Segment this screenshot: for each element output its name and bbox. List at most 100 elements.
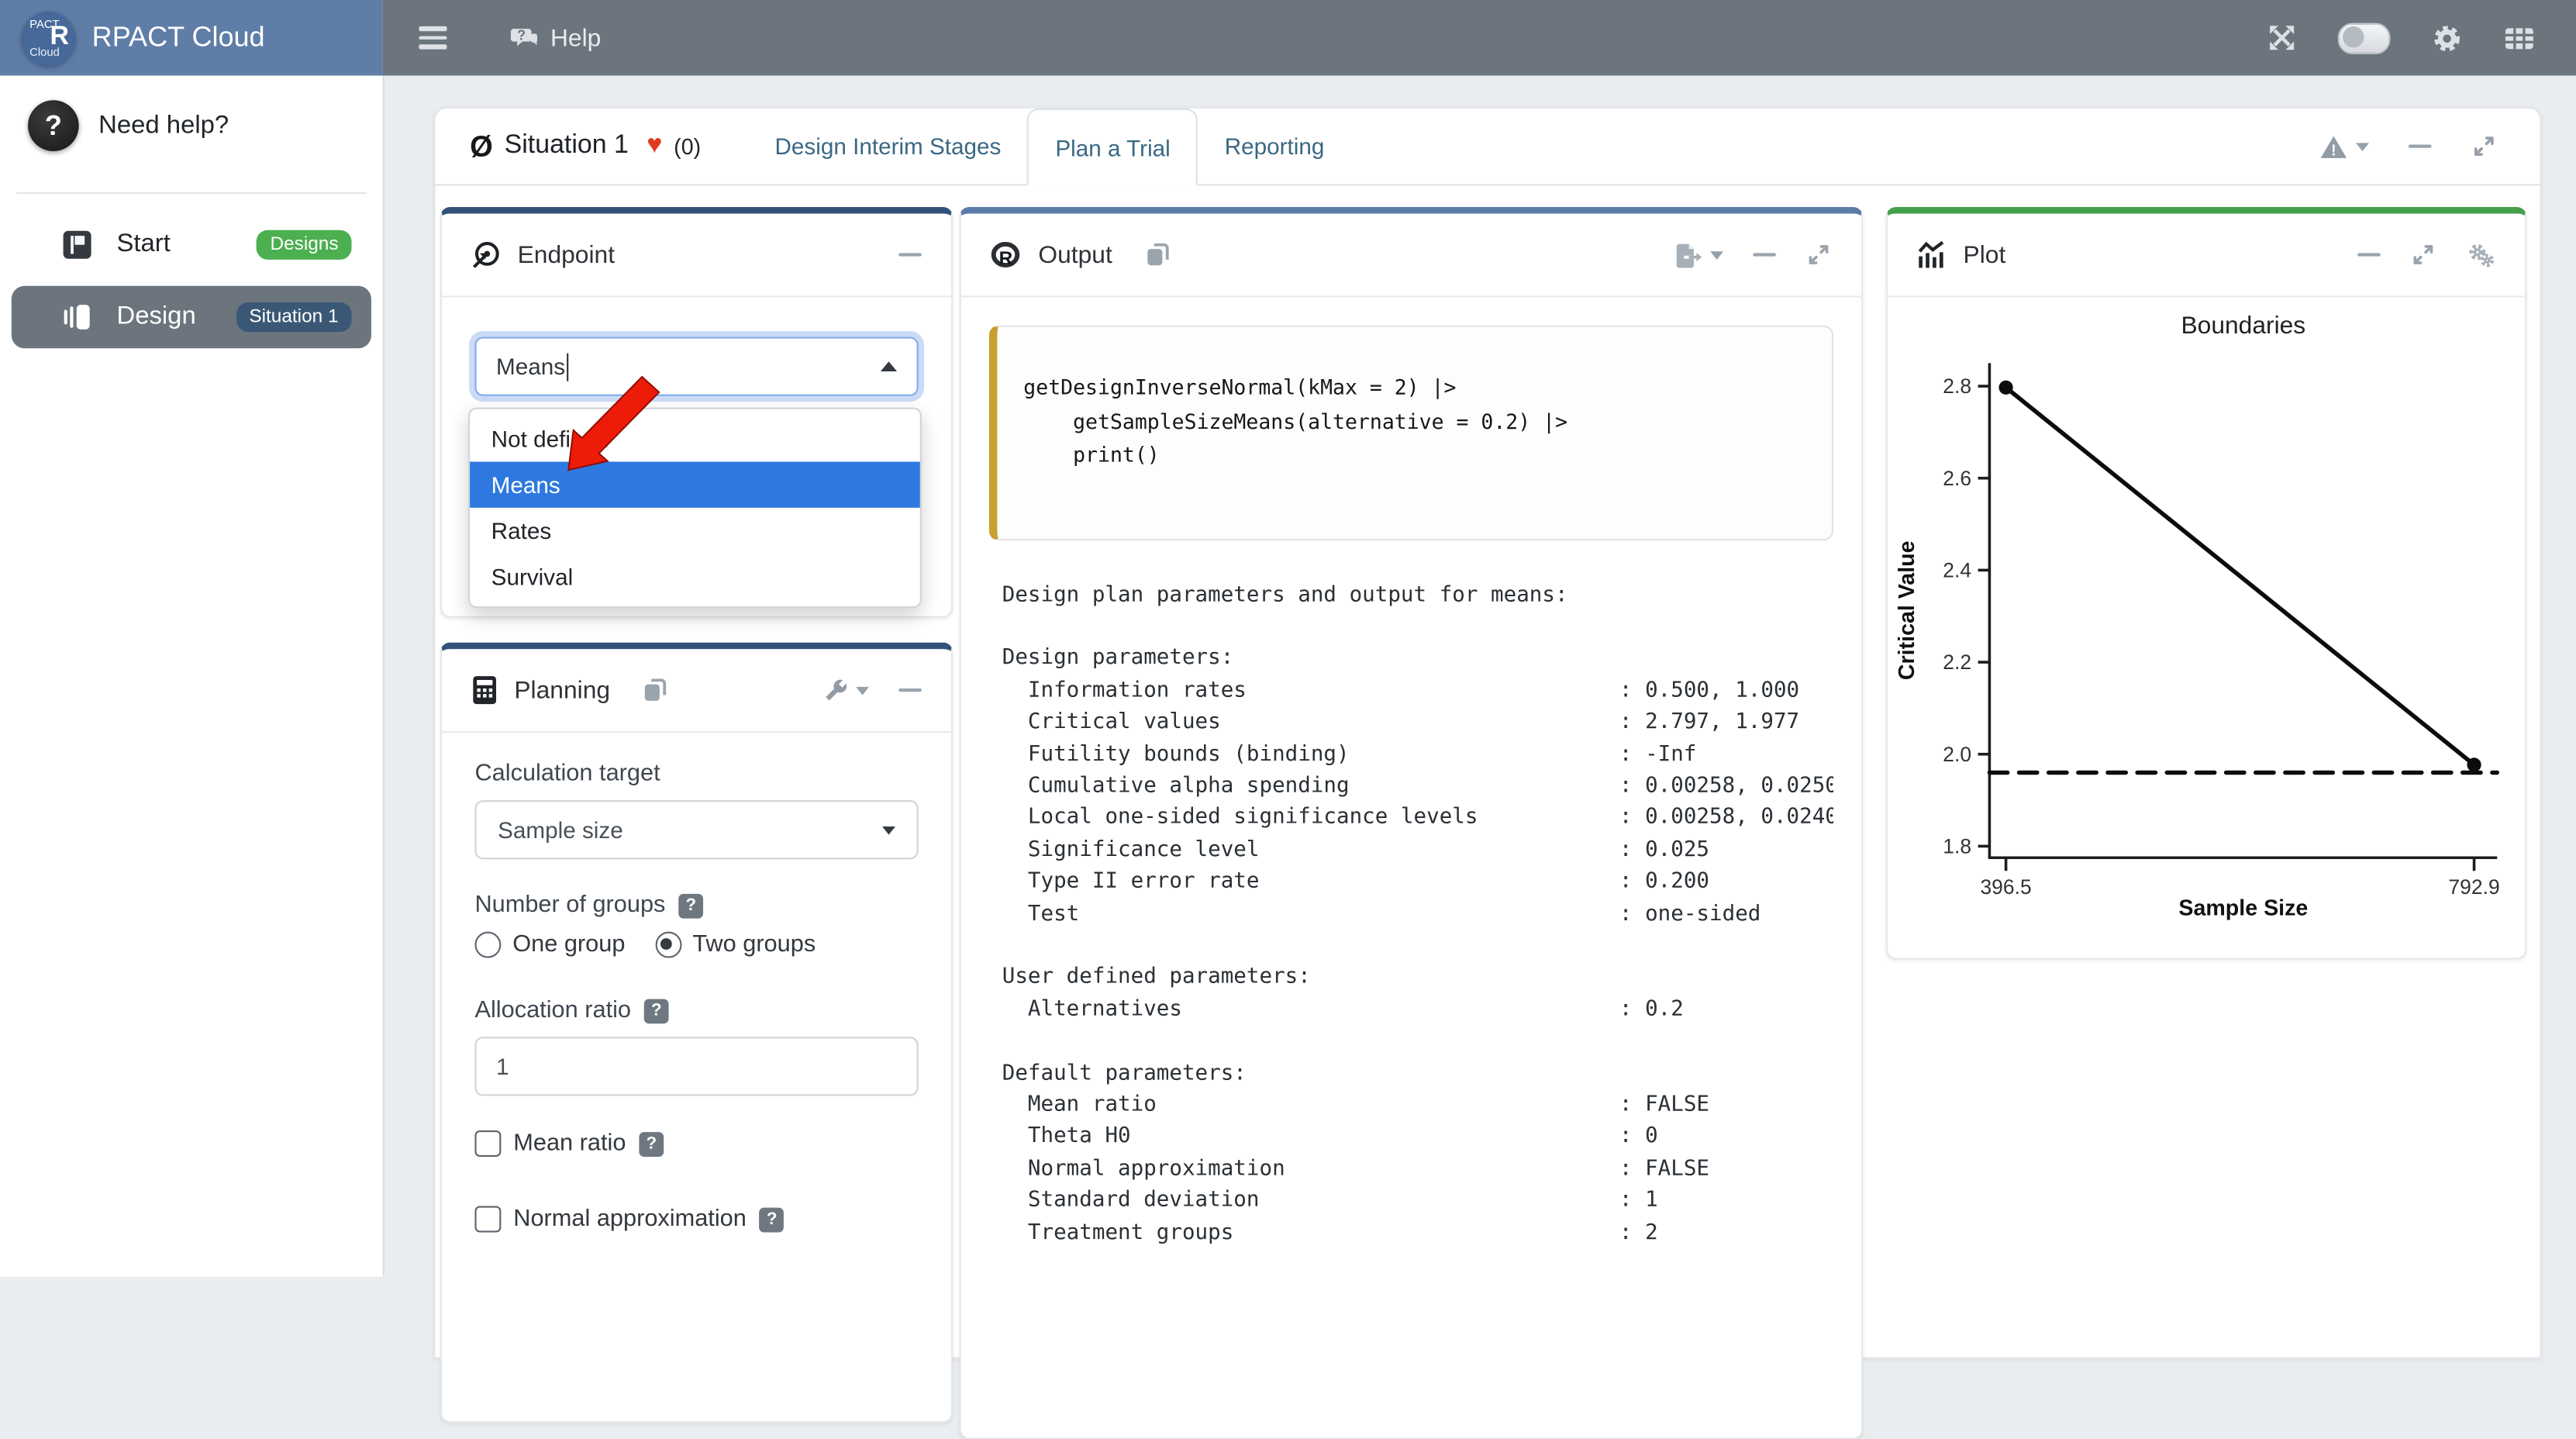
number-of-groups-label: Number of groups ? xyxy=(474,892,918,919)
output-panel-header: R Output xyxy=(961,214,1861,298)
design-columns-icon xyxy=(63,302,92,332)
plot-panel-title: Plot xyxy=(1964,240,2006,268)
help-badge[interactable]: ? xyxy=(678,893,703,918)
calculator-icon xyxy=(471,675,498,705)
help-bubble-icon: ? xyxy=(509,25,539,51)
svg-text:!: ! xyxy=(2331,141,2336,158)
dropdown-option-not-defined[interactable]: Not defined xyxy=(470,416,920,461)
endpoint-panel: Endpoint Means Not defined Means Rates S… xyxy=(440,207,953,618)
gear-icon[interactable] xyxy=(2432,22,2463,53)
endpoint-combobox-value: Means xyxy=(496,354,565,380)
designs-badge: Designs xyxy=(257,230,352,260)
mean-ratio-checkbox[interactable] xyxy=(474,1131,500,1157)
sidebar-item-start[interactable]: Start Designs xyxy=(12,214,371,277)
warning-triangle-icon: ! xyxy=(2319,134,2347,159)
calculation-target-value: Sample size xyxy=(498,816,623,843)
svg-text:396.5: 396.5 xyxy=(1980,875,2031,899)
plot-panel: Plot B xyxy=(1886,207,2527,960)
r-code: getDesignInverseNormal(kMax = 2) |> getS… xyxy=(1023,371,1805,472)
hamburger-menu-icon[interactable] xyxy=(419,27,447,49)
toggle-knob xyxy=(2342,26,2364,48)
chart-icon xyxy=(1917,240,1947,269)
calculation-target-label: Calculation target xyxy=(474,761,918,787)
help-badge[interactable]: ? xyxy=(760,1207,785,1232)
minimize-card-button[interactable] xyxy=(2409,144,2432,148)
app-root: PACT R Cloud RPACT Cloud ? Need help? St… xyxy=(0,0,2576,1277)
planning-tools-dropdown[interactable] xyxy=(823,678,869,702)
radio-two-groups-label: Two groups xyxy=(692,932,816,958)
r-logo-icon: R xyxy=(991,240,1022,268)
dropdown-option-means[interactable]: Means xyxy=(470,462,920,508)
fullscreen-icon[interactable] xyxy=(2267,23,2297,53)
brand-logo-bottom-text: Cloud xyxy=(29,47,60,58)
tab-plan-a-trial[interactable]: Plan a Trial xyxy=(1027,109,1198,186)
dropdown-option-rates[interactable]: Rates xyxy=(470,508,920,554)
expand-card-icon[interactable] xyxy=(2471,133,2497,160)
tabstrip: Ø Situation 1 ♥ (0) Design Interim Stage… xyxy=(436,109,2540,186)
sidebar: PACT R Cloud RPACT Cloud ? Need help? St… xyxy=(0,0,385,1277)
mean-ratio-label: Mean ratio xyxy=(513,1130,626,1157)
help-button[interactable]: ? Help xyxy=(509,24,601,52)
chevron-down-icon xyxy=(856,686,869,695)
chevron-up-icon xyxy=(881,361,897,371)
plot-minimize-button[interactable] xyxy=(2357,253,2381,257)
calculation-target-select[interactable]: Sample size xyxy=(474,800,918,859)
plot-panel-header: Plot xyxy=(1888,214,2525,298)
topbar: ? Help xyxy=(383,0,2576,75)
export-dropdown-button[interactable] xyxy=(1674,240,1724,268)
svg-text:Sample Size: Sample Size xyxy=(2178,895,2308,920)
help-badge[interactable]: ? xyxy=(644,998,669,1023)
sidebar-item-label: Start xyxy=(116,230,170,260)
endpoint-combobox[interactable]: Means xyxy=(474,336,918,395)
favorites-count: (0) xyxy=(674,134,701,159)
planning-panel-body: Calculation target Sample size Number of… xyxy=(442,733,951,1232)
normal-approximation-label: Normal approximation xyxy=(513,1206,747,1233)
tab-design-interim-stages[interactable]: Design Interim Stages xyxy=(749,109,1028,184)
svg-text:2.0: 2.0 xyxy=(1943,743,1971,766)
flag-icon xyxy=(63,230,92,260)
planning-minimize-button[interactable] xyxy=(898,688,922,692)
plot-expand-icon[interactable] xyxy=(2410,242,2436,268)
allocation-ratio-value: 1 xyxy=(496,1053,509,1079)
sidebar-item-label: Design xyxy=(116,302,195,332)
empty-set-icon: Ø xyxy=(470,129,493,164)
svg-text:R: R xyxy=(999,247,1013,268)
plot-settings-gears-icon[interactable] xyxy=(2466,242,2495,268)
svg-text:792.9: 792.9 xyxy=(2448,875,2499,899)
output-expand-icon[interactable] xyxy=(1805,242,1832,268)
mean-ratio-row: Mean ratio ? xyxy=(474,1130,918,1157)
copy-icon[interactable] xyxy=(1145,242,1171,268)
r-output-text: Design plan parameters and output for me… xyxy=(1002,579,1833,1249)
brand-header: PACT R Cloud RPACT Cloud xyxy=(0,0,383,75)
planning-panel-title: Planning xyxy=(514,676,610,704)
radio-two-groups[interactable] xyxy=(655,932,681,958)
topbar-right-controls xyxy=(2267,22,2576,53)
endpoint-panel-title: Endpoint xyxy=(518,240,615,268)
file-export-icon xyxy=(1674,240,1702,268)
dark-mode-toggle[interactable] xyxy=(2338,22,2391,53)
warnings-dropdown-button[interactable]: ! xyxy=(2319,134,2369,159)
normal-approximation-checkbox[interactable] xyxy=(474,1206,500,1232)
sidebar-item-design[interactable]: Design Situation 1 xyxy=(12,286,371,349)
output-panel-body: getDesignInverseNormal(kMax = 2) |> getS… xyxy=(961,298,1861,1277)
endpoint-dropdown-menu: Not defined Means Rates Survival xyxy=(468,408,922,609)
copy-icon[interactable] xyxy=(643,677,669,703)
heart-icon[interactable]: ♥ xyxy=(647,132,662,161)
grid-table-icon[interactable] xyxy=(2504,24,2535,52)
help-label: Help xyxy=(550,24,601,52)
groups-radio-group: One group Two groups xyxy=(474,932,918,958)
endpoint-panel-body: Means xyxy=(442,298,951,396)
svg-text:2.2: 2.2 xyxy=(1943,650,1971,674)
need-help-link[interactable]: ? Need help? xyxy=(0,75,383,172)
situation-label: Situation 1 xyxy=(505,132,629,161)
output-minimize-button[interactable] xyxy=(1753,253,1776,257)
help-badge[interactable]: ? xyxy=(639,1131,664,1156)
radio-one-group[interactable] xyxy=(474,932,501,958)
svg-text:?: ? xyxy=(517,28,526,43)
endpoint-minimize-button[interactable] xyxy=(898,253,922,257)
allocation-ratio-input[interactable]: 1 xyxy=(474,1037,918,1096)
endpoint-target-icon xyxy=(471,240,501,269)
dropdown-option-survival[interactable]: Survival xyxy=(470,554,920,599)
tab-reporting[interactable]: Reporting xyxy=(1198,109,1350,184)
chevron-down-icon xyxy=(2356,142,2369,150)
